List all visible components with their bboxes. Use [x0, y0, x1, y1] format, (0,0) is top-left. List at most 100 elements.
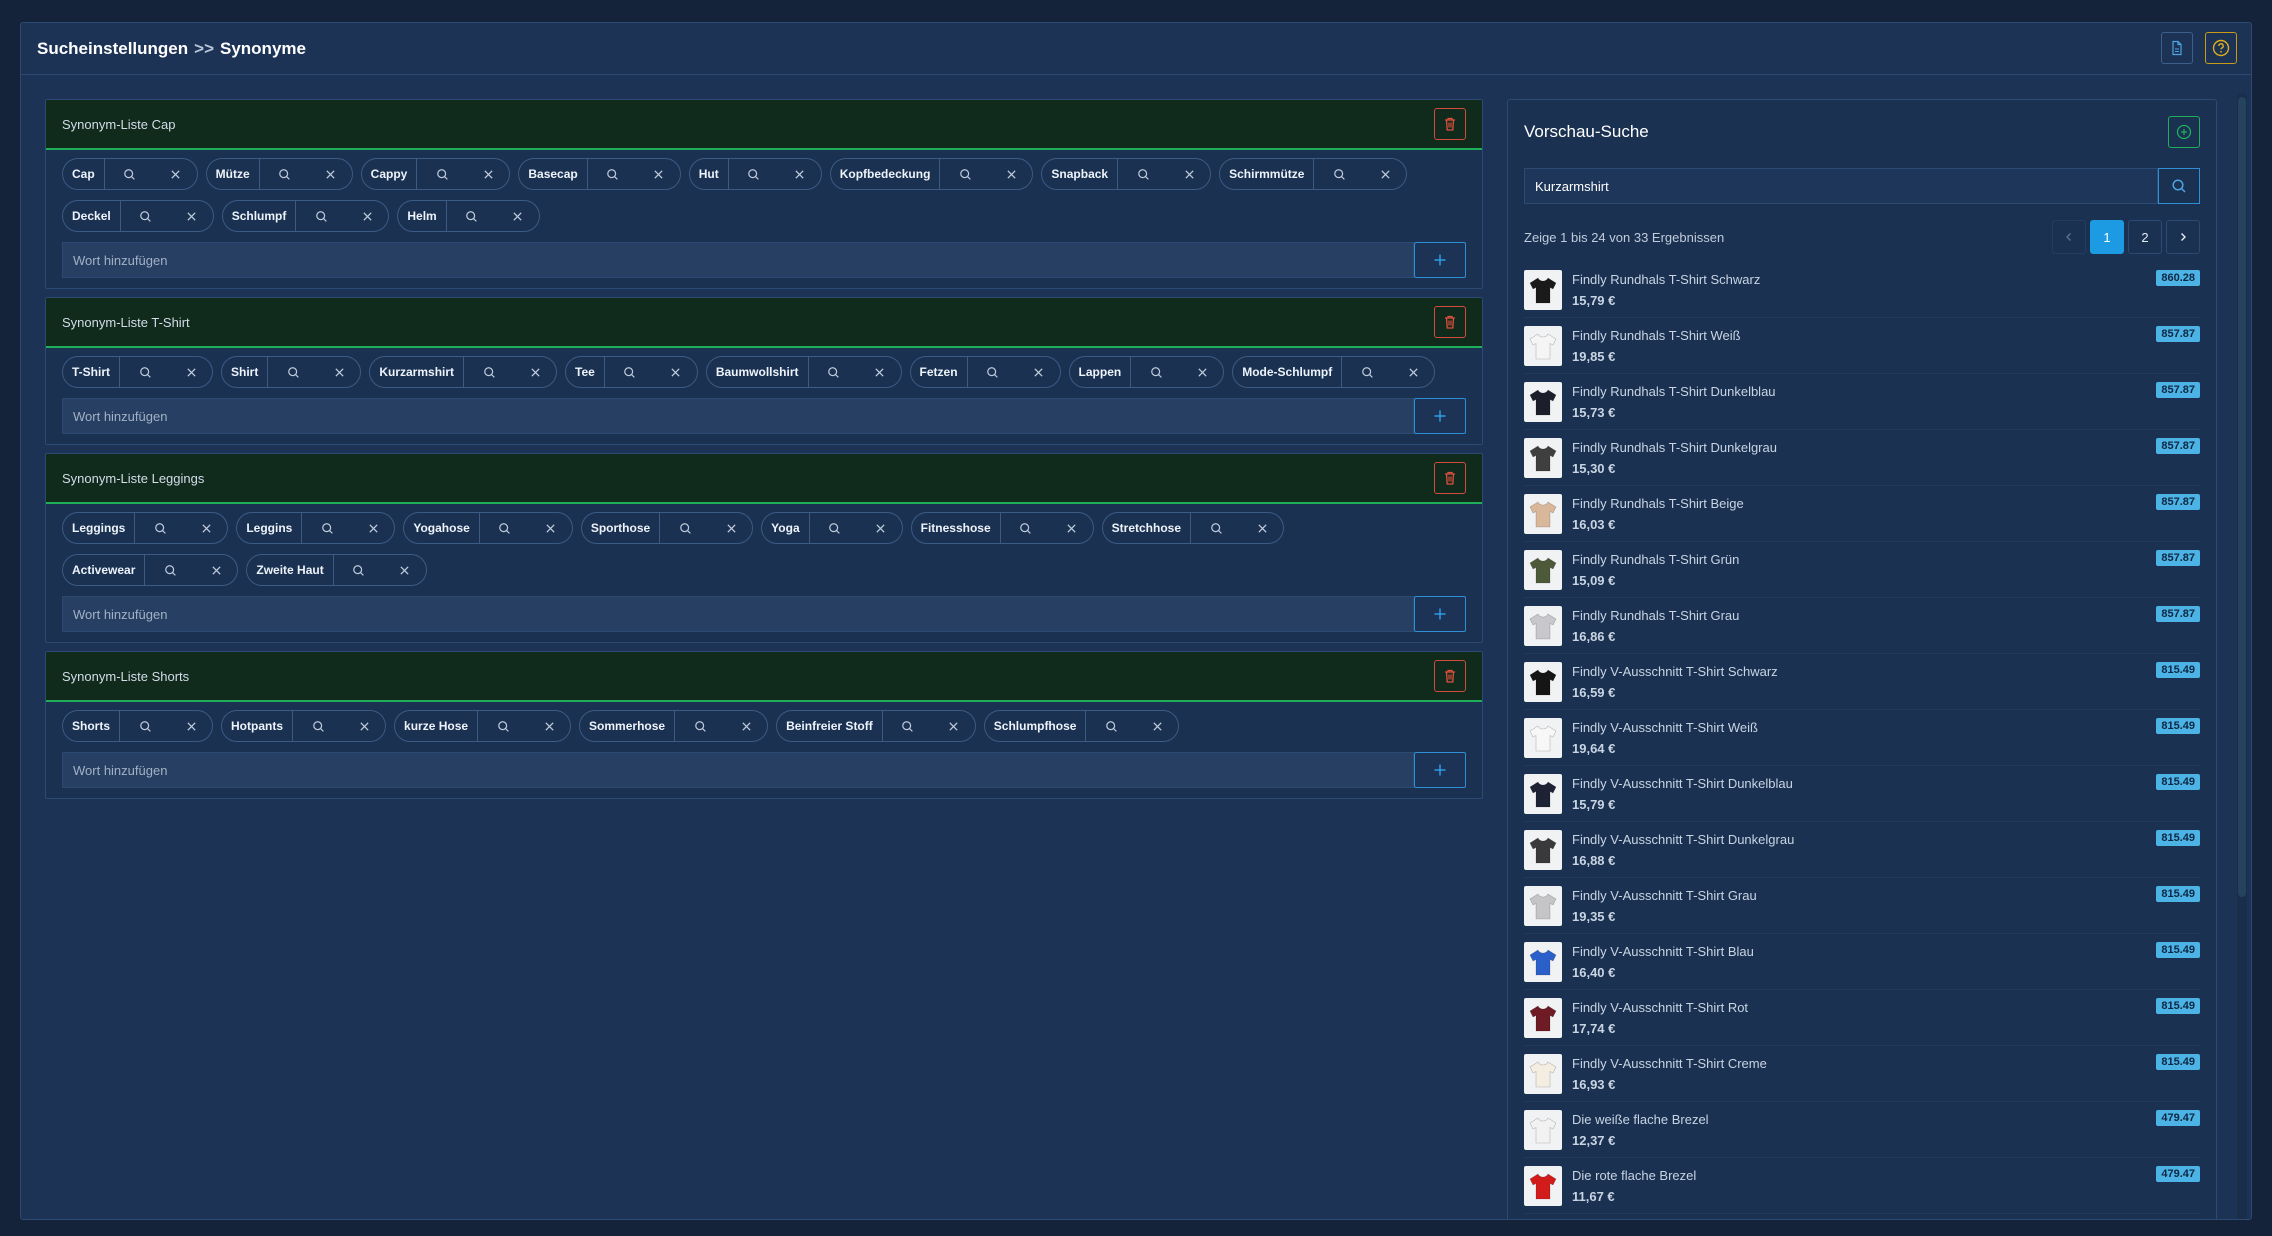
preview-search-input[interactable]: [1524, 168, 2158, 204]
help-button[interactable]: [2205, 32, 2237, 64]
product-name[interactable]: Findly Rundhals T-Shirt Grau: [1572, 608, 1739, 623]
search-icon[interactable]: [660, 513, 710, 543]
search-icon[interactable]: [105, 159, 155, 189]
scrollbar[interactable]: [2237, 93, 2247, 1219]
page-button[interactable]: 2: [2128, 220, 2162, 254]
product-name[interactable]: Findly V-Ausschnitt T-Shirt Dunkelblau: [1572, 776, 1793, 791]
close-icon[interactable]: [497, 201, 539, 231]
close-icon[interactable]: [171, 201, 213, 231]
close-icon[interactable]: [1392, 357, 1434, 387]
search-icon[interactable]: [1001, 513, 1051, 543]
product-name[interactable]: Findly V-Ausschnitt T-Shirt Grau: [1572, 888, 1757, 903]
scrollbar-thumb[interactable]: [2238, 97, 2246, 897]
search-icon[interactable]: [675, 711, 725, 741]
close-icon[interactable]: [195, 555, 237, 585]
result-item[interactable]: Findly Rundhals T-Shirt Grau 16,86 € 857…: [1524, 598, 2200, 654]
result-item[interactable]: Die rote flache Brezel 11,67 € 479.47: [1524, 1158, 2200, 1214]
export-button[interactable]: [2161, 32, 2193, 64]
search-icon[interactable]: [135, 513, 185, 543]
add-word-input[interactable]: [62, 752, 1414, 788]
search-icon[interactable]: [260, 159, 310, 189]
search-icon[interactable]: [334, 555, 384, 585]
product-name[interactable]: Findly Rundhals T-Shirt Grün: [1572, 552, 1739, 567]
close-icon[interactable]: [860, 513, 902, 543]
search-icon[interactable]: [1118, 159, 1168, 189]
search-icon[interactable]: [605, 357, 655, 387]
search-icon[interactable]: [293, 711, 343, 741]
close-icon[interactable]: [310, 159, 352, 189]
close-icon[interactable]: [655, 357, 697, 387]
add-word-input[interactable]: [62, 596, 1414, 632]
close-icon[interactable]: [467, 159, 509, 189]
next-page-button[interactable]: [2166, 220, 2200, 254]
product-name[interactable]: Findly V-Ausschnitt T-Shirt Creme: [1572, 1056, 1767, 1071]
result-item[interactable]: Findly V-Ausschnitt T-Shirt Dunkelgrau 1…: [1524, 822, 2200, 878]
result-item[interactable]: Findly Rundhals T-Shirt Dunkelgrau 15,30…: [1524, 430, 2200, 486]
add-word-input[interactable]: [62, 398, 1414, 434]
result-item[interactable]: Findly Rundhals T-Shirt Beige 16,03 € 85…: [1524, 486, 2200, 542]
search-icon[interactable]: [302, 513, 352, 543]
search-icon[interactable]: [480, 513, 530, 543]
close-icon[interactable]: [990, 159, 1032, 189]
product-name[interactable]: Findly Rundhals T-Shirt Schwarz: [1572, 272, 1760, 287]
product-name[interactable]: Findly Rundhals T-Shirt Dunkelgrau: [1572, 440, 1777, 455]
product-name[interactable]: Findly Rundhals T-Shirt Dunkelblau: [1572, 384, 1776, 399]
close-icon[interactable]: [170, 357, 212, 387]
close-icon[interactable]: [528, 711, 570, 741]
result-item[interactable]: Findly Rundhals T-Shirt Schwarz 15,79 € …: [1524, 262, 2200, 318]
product-name[interactable]: Findly V-Ausschnitt T-Shirt Weiß: [1572, 720, 1758, 735]
add-word-input[interactable]: [62, 242, 1414, 278]
search-icon[interactable]: [464, 357, 514, 387]
search-icon[interactable]: [883, 711, 933, 741]
close-icon[interactable]: [530, 513, 572, 543]
product-name[interactable]: Findly V-Ausschnitt T-Shirt Dunkelgrau: [1572, 832, 1794, 847]
search-icon[interactable]: [1131, 357, 1181, 387]
search-icon[interactable]: [447, 201, 497, 231]
search-icon[interactable]: [729, 159, 779, 189]
result-item[interactable]: Findly V-Ausschnitt T-Shirt Rot 17,74 € …: [1524, 990, 2200, 1046]
result-item[interactable]: Findly V-Ausschnitt T-Shirt Weiß 19,64 €…: [1524, 710, 2200, 766]
close-icon[interactable]: [1364, 159, 1406, 189]
search-icon[interactable]: [145, 555, 195, 585]
result-item[interactable]: Findly V-Ausschnitt T-Shirt Creme 16,93 …: [1524, 1046, 2200, 1102]
page-button[interactable]: 1: [2090, 220, 2124, 254]
close-icon[interactable]: [170, 711, 212, 741]
product-name[interactable]: Die weiße flache Brezel: [1572, 1112, 1709, 1127]
search-icon[interactable]: [120, 711, 170, 741]
product-name[interactable]: Findly V-Ausschnitt T-Shirt Schwarz: [1572, 664, 1778, 679]
product-name[interactable]: Findly V-Ausschnitt T-Shirt Rot: [1572, 1000, 1748, 1015]
prev-page-button[interactable]: [2052, 220, 2086, 254]
add-word-button[interactable]: [1414, 398, 1466, 434]
close-icon[interactable]: [384, 555, 426, 585]
close-icon[interactable]: [514, 357, 556, 387]
preview-search-button[interactable]: [2158, 168, 2200, 204]
close-icon[interactable]: [1051, 513, 1093, 543]
search-icon[interactable]: [1191, 513, 1241, 543]
product-name[interactable]: Findly Rundhals T-Shirt Beige: [1572, 496, 1744, 511]
search-icon[interactable]: [478, 711, 528, 741]
close-icon[interactable]: [725, 711, 767, 741]
delete-list-button[interactable]: [1434, 660, 1466, 692]
search-icon[interactable]: [968, 357, 1018, 387]
close-icon[interactable]: [1136, 711, 1178, 741]
result-item[interactable]: Findly V-Ausschnitt T-Shirt Dunkelblau 1…: [1524, 766, 2200, 822]
search-icon[interactable]: [588, 159, 638, 189]
delete-list-button[interactable]: [1434, 306, 1466, 338]
close-icon[interactable]: [933, 711, 975, 741]
result-item[interactable]: Findly Rundhals T-Shirt Grün 15,09 € 857…: [1524, 542, 2200, 598]
close-icon[interactable]: [710, 513, 752, 543]
result-item[interactable]: Findly V-Ausschnitt T-Shirt Grau 19,35 €…: [1524, 878, 2200, 934]
result-item[interactable]: Findly V-Ausschnitt T-Shirt Schwarz 16,5…: [1524, 654, 2200, 710]
close-icon[interactable]: [346, 201, 388, 231]
add-word-button[interactable]: [1414, 596, 1466, 632]
close-icon[interactable]: [779, 159, 821, 189]
product-name[interactable]: Findly Rundhals T-Shirt Weiß: [1572, 328, 1741, 343]
close-icon[interactable]: [185, 513, 227, 543]
close-icon[interactable]: [343, 711, 385, 741]
add-list-button[interactable]: [2168, 116, 2200, 148]
search-icon[interactable]: [810, 513, 860, 543]
close-icon[interactable]: [1018, 357, 1060, 387]
search-icon[interactable]: [1342, 357, 1392, 387]
product-name[interactable]: Die rote flache Brezel: [1572, 1168, 1696, 1183]
result-item[interactable]: Findly Rundhals T-Shirt Weiß 19,85 € 857…: [1524, 318, 2200, 374]
